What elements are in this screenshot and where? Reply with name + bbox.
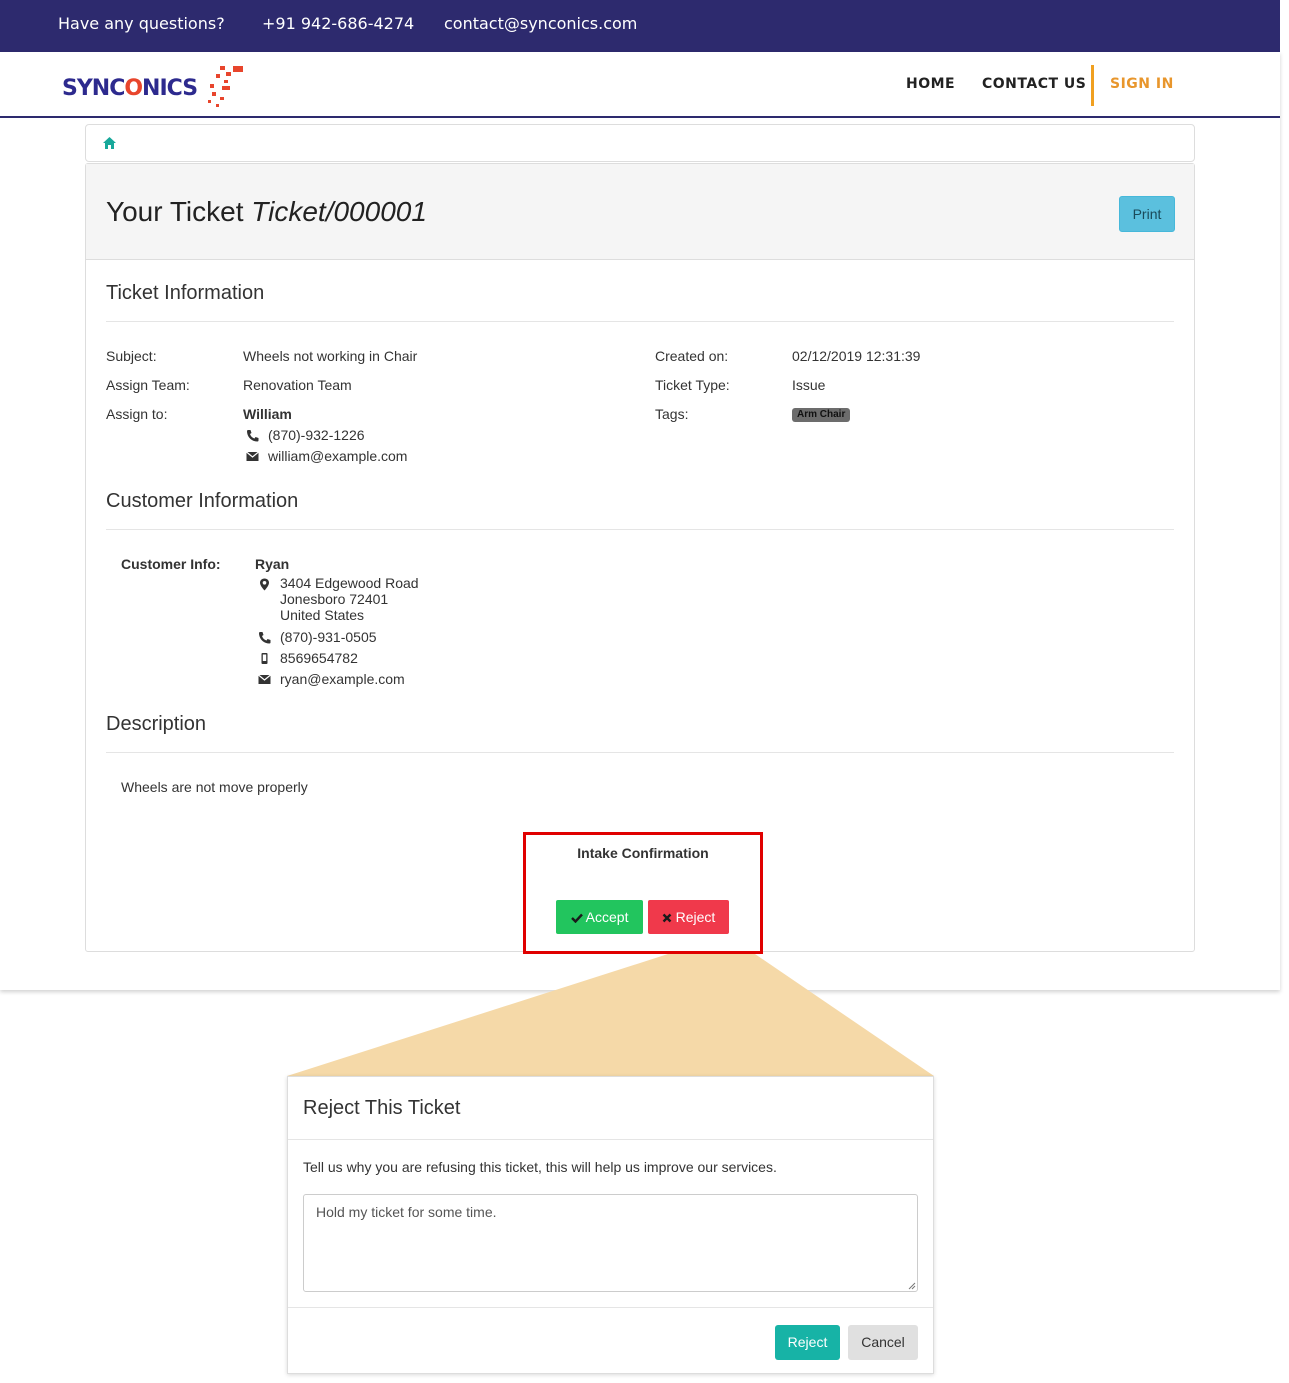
mobile-icon <box>261 653 268 664</box>
nav-separator <box>1091 65 1094 106</box>
logo-pixel-mark <box>208 66 243 107</box>
divider <box>106 529 1174 530</box>
divider <box>106 321 1174 322</box>
phone-icon <box>247 430 259 442</box>
divider <box>288 1307 933 1308</box>
ticket-info-heading: Ticket Information <box>106 282 265 304</box>
ticket-type-label: Ticket Type: <box>655 377 730 393</box>
breadcrumb <box>85 124 1195 162</box>
created-on-value: 02/12/2019 12:31:39 <box>792 348 921 364</box>
customer-info-label: Customer Info: <box>121 556 221 572</box>
customer-name: Ryan <box>255 556 290 572</box>
address-line-3: United States <box>280 607 365 623</box>
description-text: Wheels are not move properly <box>121 779 308 795</box>
nav-contact-us[interactable]: CONTACT US <box>982 76 1086 92</box>
reject-ticket-modal: Reject This Ticket Tell us why you are r… <box>287 1076 934 1374</box>
modal-cancel-button[interactable]: Cancel <box>848 1325 918 1360</box>
tags-label: Tags: <box>655 406 689 422</box>
contact-phone[interactable]: +91 942-686-4274 <box>262 14 414 33</box>
reject-reason-textarea[interactable]: Hold my ticket for some time. <box>303 1194 918 1292</box>
reject-button[interactable]: Reject <box>648 900 729 934</box>
questions-text: Have any questions? <box>58 14 225 33</box>
accept-button[interactable]: Accept <box>556 900 643 934</box>
reject-label: Reject <box>675 909 716 925</box>
map-marker-icon <box>260 578 269 591</box>
subject-value: Wheels not working in Chair <box>243 348 418 364</box>
assign-to-label: Assign to: <box>106 406 168 422</box>
nav-home[interactable]: HOME <box>906 76 955 92</box>
envelope-icon <box>246 451 259 461</box>
resize-grip-icon[interactable] <box>907 1281 916 1290</box>
ticket-reference: Ticket/000001 <box>251 196 427 227</box>
modal-reject-button[interactable]: Reject <box>775 1325 840 1360</box>
nav-sign-in[interactable]: SIGN IN <box>1110 76 1174 92</box>
tag-badge: Arm Chair <box>792 408 851 422</box>
ticket-type-value: Issue <box>792 377 826 393</box>
ticket-header: Your Ticket Ticket/000001 Print <box>86 164 1194 260</box>
modal-title: Reject This Ticket <box>303 1097 461 1119</box>
assignee-email[interactable]: william@example.com <box>268 448 407 464</box>
created-on-label: Created on: <box>655 348 729 364</box>
description-heading: Description <box>106 713 207 735</box>
intake-confirmation-box: Intake Confirmation Accept Reject <box>523 832 763 954</box>
synconics-logo[interactable]: SYNCONICS <box>62 64 247 112</box>
close-icon <box>662 913 672 923</box>
modal-prompt: Tell us why you are refusing this ticket… <box>303 1159 777 1175</box>
phone-icon <box>259 632 271 644</box>
subject-label: Subject: <box>106 348 157 364</box>
top-info-bar: Have any questions? +91 942-686-4274 con… <box>0 0 1280 52</box>
customer-email[interactable]: ryan@example.com <box>280 671 405 687</box>
assign-team-label: Assign Team: <box>106 377 190 393</box>
intake-title: Intake Confirmation <box>577 845 709 861</box>
assignee-phone[interactable]: (870)-932-1226 <box>268 427 365 443</box>
home-icon[interactable] <box>103 137 116 149</box>
divider <box>288 1139 933 1140</box>
assign-team-value: Renovation Team <box>243 377 352 393</box>
divider <box>106 752 1174 753</box>
customer-info-heading: Customer Information <box>106 490 299 512</box>
check-icon <box>570 913 583 924</box>
accept-label: Accept <box>585 909 629 925</box>
logo-wordmark: SYNCONICS <box>62 76 198 101</box>
page-title: Your Ticket Ticket/000001 <box>106 196 427 227</box>
envelope-icon <box>258 674 271 684</box>
navbar: SYNCONICS HOME CONTACT US SIGN IN <box>0 52 1280 118</box>
contact-email[interactable]: contact@synconics.com <box>444 14 637 33</box>
address-line-1: 3404 Edgewood Road <box>280 575 419 591</box>
address-line-2: Jonesboro 72401 <box>280 591 389 607</box>
print-button[interactable]: Print <box>1119 196 1175 232</box>
customer-mobile[interactable]: 8569654782 <box>280 650 358 666</box>
customer-phone[interactable]: (870)-931-0505 <box>280 629 377 645</box>
assignee-name: William <box>243 406 292 422</box>
